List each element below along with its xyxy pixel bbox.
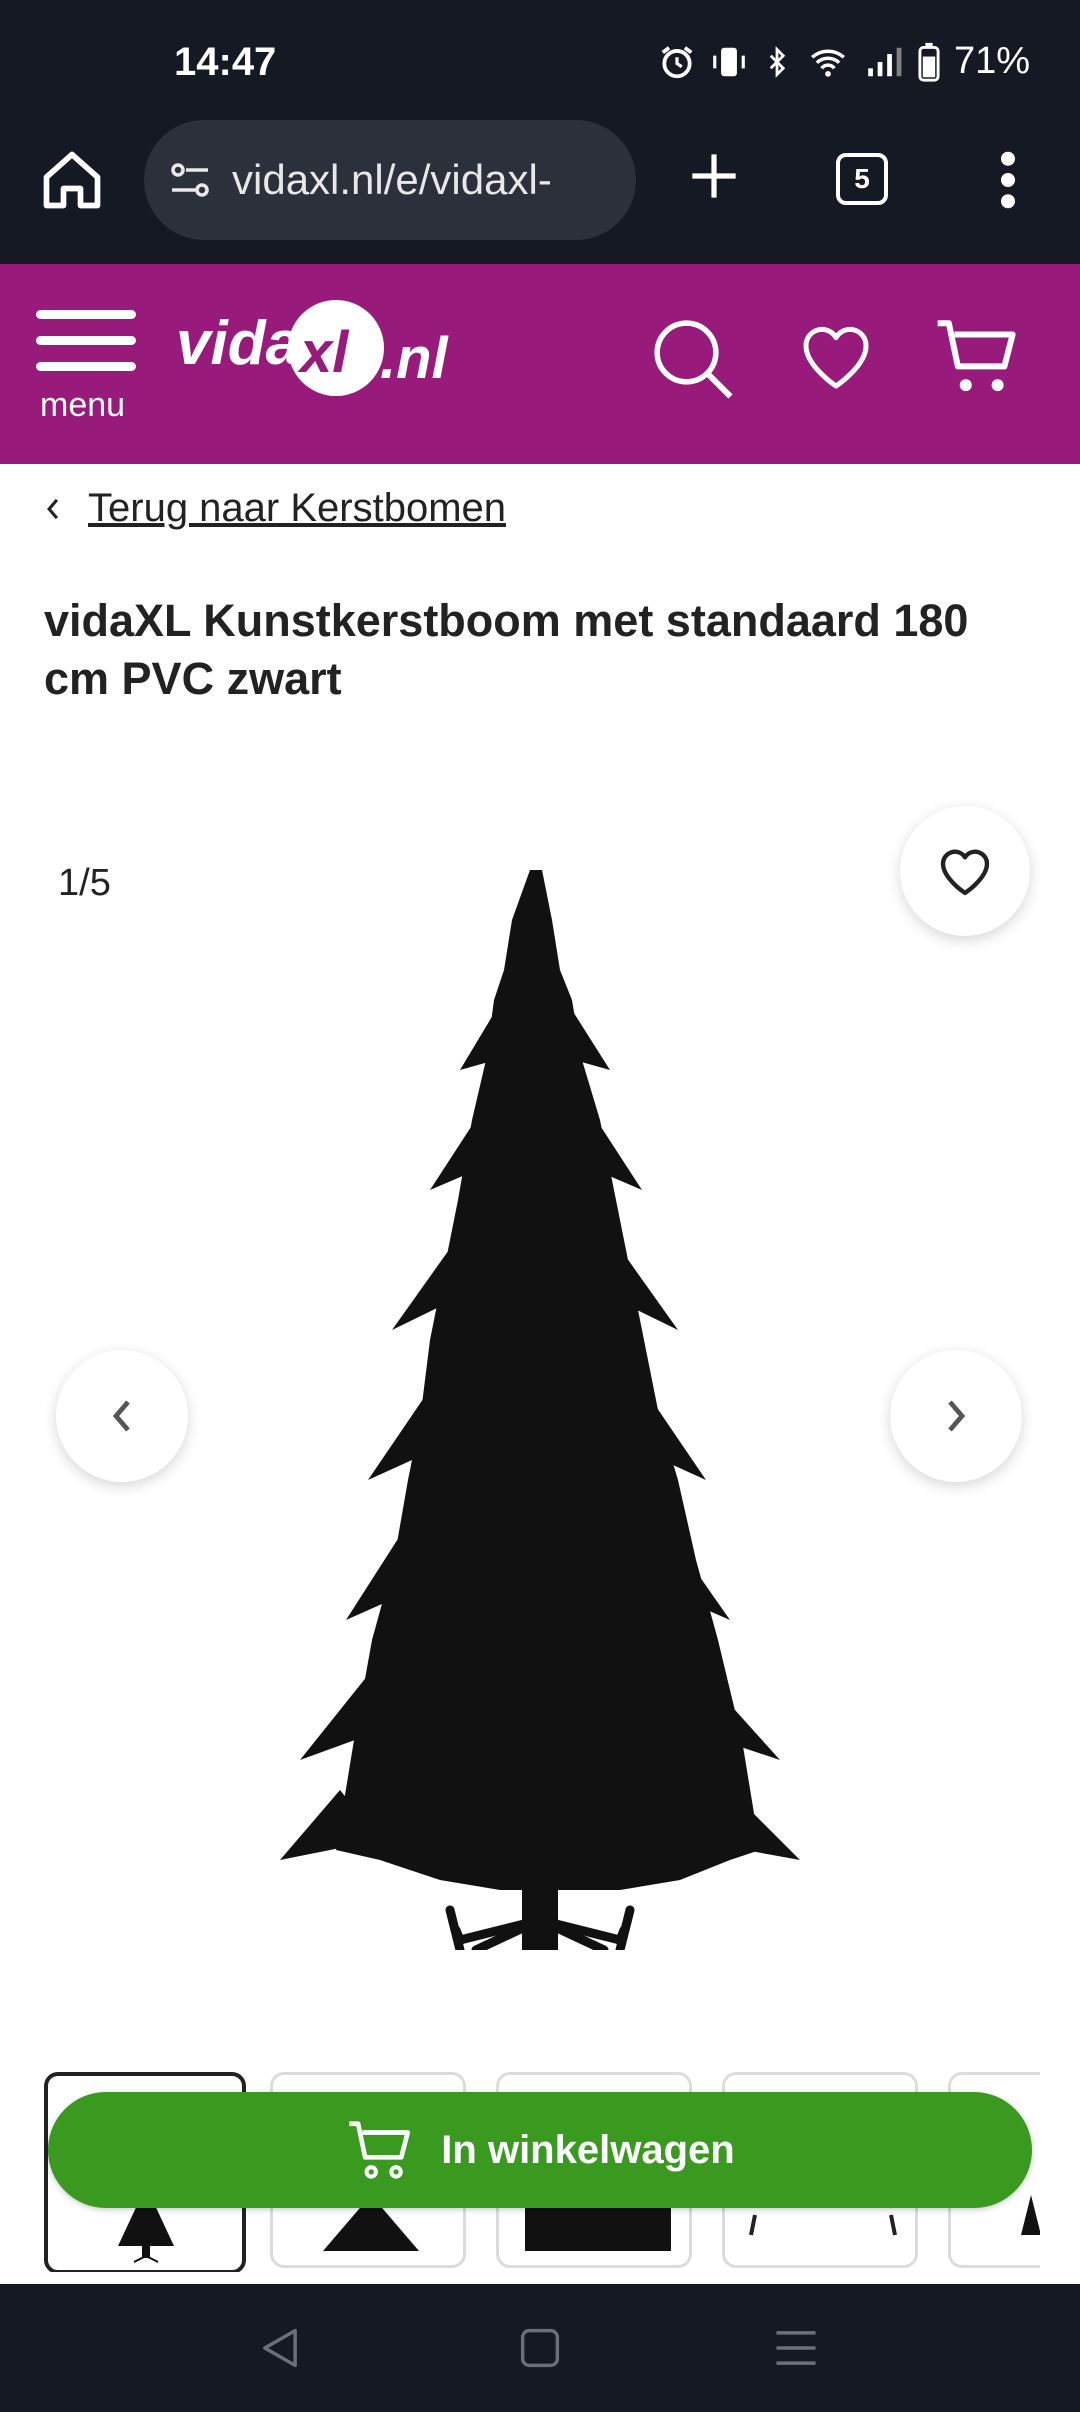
recents-nav-icon[interactable] bbox=[770, 2322, 822, 2374]
chevron-left-icon bbox=[112, 1400, 130, 1432]
chevron-right-icon bbox=[948, 1400, 966, 1432]
add-to-cart-label: In winkelwagen bbox=[441, 2127, 735, 2172]
site-header bbox=[0, 264, 1080, 464]
svg-text:xl: xl bbox=[297, 320, 350, 385]
svg-text:vida: vida bbox=[176, 309, 300, 378]
heart-icon bbox=[940, 849, 990, 896]
address-bar[interactable]: vidaxl.nl/e/vidaxl- bbox=[144, 120, 636, 240]
alarm-icon bbox=[661, 45, 693, 78]
wifi-icon bbox=[810, 49, 845, 77]
svg-text:.nl: .nl bbox=[380, 326, 450, 391]
bluetooth-icon bbox=[769, 45, 786, 78]
breadcrumb[interactable]: Terug naar Kerstbomen bbox=[44, 486, 506, 531]
heart-icon[interactable] bbox=[796, 316, 876, 396]
hamburger-menu-icon[interactable] bbox=[36, 310, 140, 380]
status-time: 14:47 bbox=[174, 40, 277, 84]
new-tab-icon[interactable] bbox=[688, 150, 740, 202]
page-title: vidaXL Kunstkerstboom met standaard 180 … bbox=[44, 595, 969, 704]
previous-image-button[interactable] bbox=[56, 1350, 188, 1482]
back-nav-icon[interactable] bbox=[254, 2322, 306, 2374]
search-icon[interactable] bbox=[648, 314, 736, 402]
cart-icon[interactable] bbox=[932, 312, 1022, 402]
tab-switcher-button[interactable]: 5 bbox=[836, 153, 888, 205]
vidaxl-logo[interactable]: vida xl .nl bbox=[176, 296, 476, 406]
battery-icon bbox=[918, 42, 940, 82]
battery-percent: 71% bbox=[953, 40, 1030, 82]
status-icons: 71% bbox=[658, 40, 1030, 83]
signal-icon bbox=[868, 47, 902, 76]
back-to-category-link[interactable]: Terug naar Kerstbomen bbox=[88, 486, 506, 531]
home-nav-icon[interactable] bbox=[514, 2322, 566, 2374]
add-to-cart-button[interactable]: In winkelwagen bbox=[48, 2092, 1032, 2208]
chevron-left-icon bbox=[47, 498, 59, 519]
url-text: vidaxl.nl/e/vidaxl- bbox=[232, 156, 552, 203]
product-image[interactable] bbox=[260, 860, 820, 1950]
image-counter: 1/5 bbox=[58, 862, 111, 904]
more-options-icon[interactable] bbox=[996, 150, 1020, 210]
site-settings-icon[interactable] bbox=[166, 156, 214, 204]
home-icon[interactable] bbox=[38, 146, 106, 214]
cart-icon bbox=[349, 2121, 411, 2179]
vibrate-icon bbox=[713, 47, 745, 76]
menu-label[interactable]: menu bbox=[40, 386, 125, 425]
next-image-button[interactable] bbox=[890, 1350, 1022, 1482]
add-to-wishlist-button[interactable] bbox=[900, 806, 1030, 936]
